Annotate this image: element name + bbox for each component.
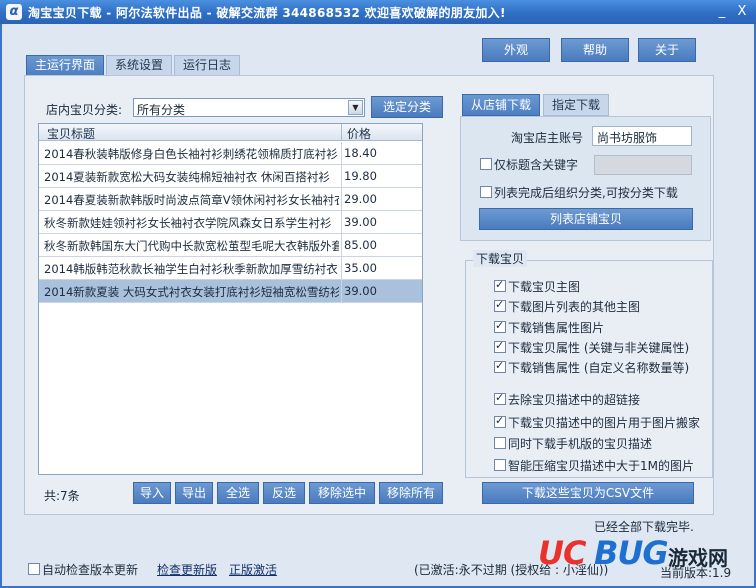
row-title: 秋冬新款韩国东大门代购中长款宽松茧型毛呢大衣韩版外套 [44, 239, 339, 253]
option-checkbox[interactable] [494, 437, 506, 449]
option-label: 下载销售属性 (自定义名称数量等) [508, 361, 690, 375]
remove-all-button[interactable]: 移除所有 [379, 482, 443, 504]
option-checkbox[interactable] [494, 459, 506, 471]
export-button[interactable]: 导出 [175, 482, 213, 504]
keyword-input[interactable] [594, 155, 692, 175]
close-button[interactable]: X [734, 4, 750, 20]
option-checkbox[interactable] [494, 359, 506, 373]
cell-divider [341, 142, 342, 165]
tab-main[interactable]: 主运行界面 [26, 55, 104, 75]
download-csv-button[interactable]: 下载这些宝贝为CSV文件 [482, 482, 694, 504]
option-checkbox[interactable] [494, 319, 506, 333]
table-row[interactable]: 2014韩版韩范秋款长袖学生白衬衫秋季新款加厚雪纺衬衣 35.00 [39, 257, 422, 280]
column-header-title[interactable]: 宝贝标题 [47, 125, 95, 142]
row-price: 39.00 [344, 284, 377, 298]
category-select[interactable]: 所有分类 ▼ [133, 98, 365, 117]
cell-divider [341, 165, 342, 188]
cell-divider [341, 257, 342, 280]
help-button[interactable]: 帮助 [561, 38, 629, 62]
option-label: 智能压缩宝贝描述中大于1M的图片 [508, 459, 694, 473]
row-title: 2014春夏装新款韩版时尚波点简章V领休闲衬衫女长袖衬衣 [44, 193, 339, 207]
row-price: 39.00 [344, 215, 377, 229]
remove-selected-button[interactable]: 移除选中 [309, 482, 375, 504]
shop-account-input[interactable]: 尚书坊服饰 [592, 126, 692, 146]
import-button[interactable]: 导入 [133, 482, 171, 504]
download-options-title: 下载宝贝 [473, 250, 528, 267]
row-price: 35.00 [344, 261, 377, 275]
option-checkbox[interactable] [494, 339, 506, 353]
tab-log[interactable]: 运行日志 [174, 55, 240, 75]
list-shop-items-button[interactable]: 列表店铺宝贝 [479, 208, 693, 230]
table-row[interactable]: 秋冬新款娃娃领衬衫女长袖衬衣学院风森女日系学生衬衫 39.00 [39, 211, 422, 234]
table-row[interactable]: 2014夏装新款宽松大码女装纯棉短袖衬衣 休闲百搭衬衫 19.80 [39, 165, 422, 188]
tab-settings[interactable]: 系统设置 [106, 55, 172, 75]
table-row[interactable]: 2014春秋装韩版修身白色长袖衬衫刺绣花领棉质打底衬衫 18.40 [39, 142, 422, 165]
table-row[interactable]: 2014春夏装新款韩版时尚波点简章V领休闲衬衫女长袖衬衣 29.00 [39, 188, 422, 211]
option-label: 同时下载手机版的宝贝描述 [508, 437, 653, 451]
column-header-price[interactable]: 价格 [347, 125, 371, 142]
tab-specified-download[interactable]: 指定下载 [543, 94, 609, 116]
tab-download-from-shop[interactable]: 从店铺下载 [462, 94, 540, 116]
cell-divider [341, 280, 342, 303]
table-header: 宝贝标题 价格 [39, 124, 422, 141]
appearance-button[interactable]: 外观 [482, 38, 550, 62]
window-title: 淘宝宝贝下载 - 阿尔法软件出品 - 破解交流群 344868532 欢迎喜欢破… [28, 6, 506, 20]
minimize-button[interactable]: _ [714, 4, 730, 20]
download-status: 已经全部下载完毕. [594, 520, 694, 534]
shop-account-label: 淘宝店主账号 [511, 131, 584, 145]
row-title: 2014春秋装韩版修身白色长袖衬衫刺绣花领棉质打底衬衫 [44, 147, 338, 161]
watermark-uc: UC [538, 534, 586, 572]
app-icon: α [6, 4, 22, 20]
row-title: 2014韩版韩范秋款长袖学生白衬衫秋季新款加厚雪纺衬衣 [44, 262, 338, 276]
auto-check-update-label: 自动检查版本更新 [42, 563, 139, 577]
table-row[interactable]: 秋冬新款韩国东大门代购中长款宽松茧型毛呢大衣韩版外套 85.00 [39, 234, 422, 257]
option-label: 下载销售属性图片 [508, 321, 605, 335]
option-checkbox[interactable] [494, 391, 506, 405]
select-category-button[interactable]: 选定分类 [371, 96, 443, 118]
product-table[interactable]: 宝贝标题 价格 2014春秋装韩版修身白色长袖衬衫刺绣花领棉质打底衬衫 18.4… [38, 123, 423, 475]
row-title: 秋冬新款娃娃领衬衫女长袖衬衣学院风森女日系学生衬衫 [44, 216, 332, 230]
cell-divider [341, 188, 342, 211]
option-label: 下载图片列表的其他主图 [508, 300, 641, 314]
organize-categories-checkbox[interactable] [480, 186, 492, 198]
auto-check-update-checkbox[interactable] [28, 563, 40, 575]
row-price: 19.80 [344, 169, 377, 183]
row-price: 85.00 [344, 238, 377, 252]
select-all-button[interactable]: 全选 [217, 482, 259, 504]
cell-divider [341, 234, 342, 257]
item-count: 共:7条 [44, 489, 80, 503]
watermark-site-name: 游戏网 [668, 546, 728, 570]
option-label: 下载宝贝描述中的图片用于图片搬家 [508, 416, 701, 430]
option-checkbox[interactable] [494, 414, 506, 428]
option-checkbox[interactable] [494, 278, 506, 292]
title-keyword-label: 仅标题含关键字 [494, 158, 579, 172]
organize-categories-label: 列表完成后组织分类,可按分类下载 [494, 186, 678, 200]
column-divider [341, 124, 342, 141]
row-title: 2014夏装新款宽松大码女装纯棉短袖衬衣 休闲百搭衬衫 [44, 170, 330, 184]
chevron-down-icon[interactable]: ▼ [348, 100, 363, 115]
invert-selection-button[interactable]: 反选 [263, 482, 305, 504]
option-label: 下载宝贝属性 (关键与非关键属性) [508, 341, 690, 355]
option-label: 下载宝贝主图 [508, 280, 581, 294]
category-value: 所有分类 [137, 103, 186, 117]
title-keyword-checkbox[interactable] [480, 158, 492, 170]
watermark-bug: BUG [594, 534, 669, 572]
title-bar: α 淘宝宝贝下载 - 阿尔法软件出品 - 破解交流群 344868532 欢迎喜… [0, 0, 756, 24]
check-update-link[interactable]: 检查更新版 [157, 561, 217, 578]
row-title: 2014新款夏装 大码女式衬衣女装打底衬衫短袖宽松雪纺衫 [44, 285, 339, 299]
option-label: 去除宝贝描述中的超链接 [508, 393, 641, 407]
row-price: 18.40 [344, 146, 377, 160]
genuine-activation-link[interactable]: 正版激活 [229, 561, 277, 578]
row-price: 29.00 [344, 192, 377, 206]
cell-divider [341, 211, 342, 234]
table-row-selected[interactable]: 2014新款夏装 大码女式衬衣女装打底衬衫短袖宽松雪纺衫 39.00 [39, 280, 422, 303]
category-label: 店内宝贝分类: [46, 103, 123, 117]
option-checkbox[interactable] [494, 298, 506, 312]
about-button[interactable]: 关于 [638, 38, 696, 62]
